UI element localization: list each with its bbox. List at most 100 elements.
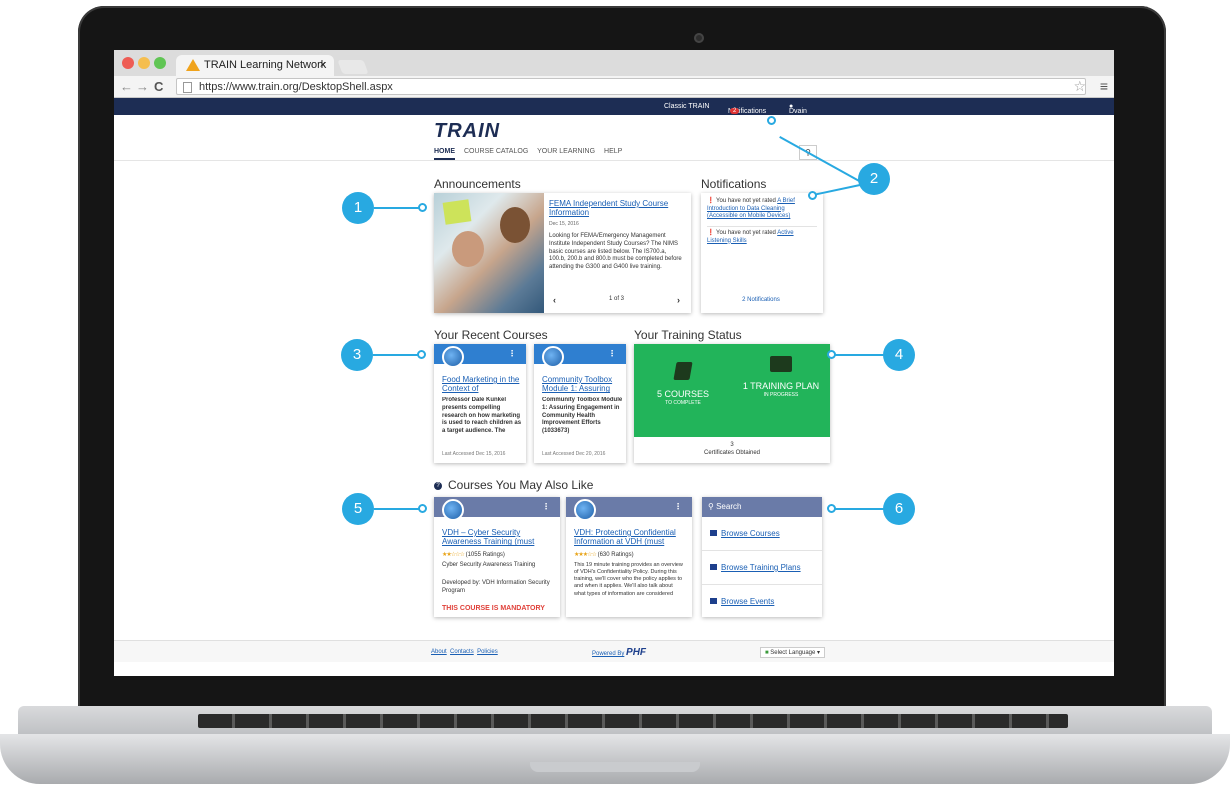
close-tab-icon[interactable]: × xyxy=(320,59,326,71)
course-title-link[interactable]: Food Marketing in the Context of xyxy=(442,375,524,393)
globe-icon xyxy=(574,499,596,521)
classic-train-link[interactable]: Classic TRAIN xyxy=(664,103,709,110)
card-menu-icon[interactable]: ⋮ xyxy=(674,502,682,511)
site-footer: About Contacts Policies Powered By PHF ■… xyxy=(114,640,1114,662)
keyboard xyxy=(198,714,1068,728)
browser-menu-icon[interactable]: ≡ xyxy=(1100,78,1108,94)
browse-courses-link[interactable]: Browse Courses xyxy=(710,529,780,538)
search-panel: ⚲ Search Browse Courses Browse Training … xyxy=(702,497,822,617)
callout-6: 6 xyxy=(883,493,915,525)
training-status-title: Your Training Status xyxy=(634,328,742,342)
course-title-link[interactable]: Community Toolbox Module 1: Assuring xyxy=(542,375,624,393)
certificates-label: Certificates Obtained xyxy=(703,449,761,456)
browser-tabbar: TRAIN Learning Network × xyxy=(114,50,1114,76)
card-menu-icon[interactable]: ⋮ xyxy=(508,349,516,358)
callout-1: 1 xyxy=(342,192,374,224)
announcement-title-link[interactable]: FEMA Independent Study Course Informatio… xyxy=(549,199,684,217)
mandatory-label: THIS COURSE IS MANDATORY xyxy=(442,605,545,612)
about-link[interactable]: About xyxy=(431,649,447,655)
info-icon[interactable]: ? xyxy=(434,482,442,490)
course-description: Cyber Security Awareness Training xyxy=(442,562,536,568)
course-description: Community Toolbox Module 1: Assuring Eng… xyxy=(542,397,623,435)
globe-icon xyxy=(442,499,464,521)
browse-training-plans-link[interactable]: Browse Training Plans xyxy=(710,563,801,572)
course-title-link[interactable]: VDH: Protecting Confidential Information… xyxy=(574,528,686,546)
suggested-course-card[interactable]: ⋮ VDH – Cyber Security Awareness Trainin… xyxy=(434,497,560,617)
course-title-link[interactable]: VDH – Cyber Security Awareness Training … xyxy=(442,528,554,546)
powered-by-label: Powered By xyxy=(592,651,625,657)
notifications-count-badge: 2 xyxy=(730,108,740,114)
alert-icon: ❗ xyxy=(707,198,715,204)
maximize-window-button[interactable] xyxy=(154,57,166,69)
rating: ★★★☆☆ (630 Ratings) xyxy=(574,551,634,558)
certificates-obtained[interactable]: 3 Certificates Obtained xyxy=(634,442,830,458)
course-developer: Developed by: VDH Information Security P… xyxy=(442,580,550,594)
recent-course-card[interactable]: ⋮ Community Toolbox Module 1: Assuring C… xyxy=(534,344,626,463)
bookmark-star-icon[interactable]: ☆ xyxy=(1073,78,1086,95)
list-icon xyxy=(770,356,792,372)
courses-label: TO COMPLETE xyxy=(665,399,701,406)
minimize-window-button[interactable] xyxy=(138,57,150,69)
callout-2: 2 xyxy=(858,163,890,195)
contacts-link[interactable]: Contacts xyxy=(450,649,474,655)
nav-course-catalog[interactable]: COURSE CATALOG xyxy=(464,148,528,155)
notification-item: ❗ You have not yet rated Active Listenin… xyxy=(707,230,817,245)
notifications-count-link[interactable]: 2 Notifications xyxy=(701,297,821,303)
tab-title: TRAIN Learning Network xyxy=(204,59,327,71)
star-rating-icon: ★★★☆☆ xyxy=(574,552,597,558)
notification-prefix: You have not yet rated xyxy=(716,198,778,204)
alert-icon: ❗ xyxy=(707,230,715,236)
browser-toolbar: ← → C https://www.train.org/DesktopShell… xyxy=(114,76,1114,98)
train-logo[interactable]: TRAIN xyxy=(434,120,500,143)
train-logo-icon xyxy=(186,59,200,71)
courses-count: 5 COURSES xyxy=(656,389,709,399)
announcements-title: Announcements xyxy=(434,177,521,191)
certificates-count: 3 xyxy=(730,442,734,448)
browse-events-link[interactable]: Browse Events xyxy=(710,597,774,606)
announcement-date: Dec 15, 2016 xyxy=(549,221,579,227)
url-text: https://www.train.org/DesktopShell.aspx xyxy=(199,81,393,93)
globe-icon xyxy=(442,346,464,368)
browser-tab[interactable]: TRAIN Learning Network × xyxy=(176,55,334,76)
globe-icon xyxy=(542,346,564,368)
next-announcement-icon[interactable]: › xyxy=(677,295,680,305)
ratings-count: (630 Ratings) xyxy=(597,552,634,558)
also-like-title: Courses You May Also Like xyxy=(448,478,594,492)
nav-home[interactable]: HOME xyxy=(434,148,455,160)
training-status-card[interactable]: 5 COURSES TO COMPLETE 1 TRAINING PLAN IN… xyxy=(634,344,830,463)
courses-to-complete[interactable]: 5 COURSES TO COMPLETE xyxy=(634,362,732,406)
phf-logo: PHF xyxy=(626,647,647,658)
new-tab-button[interactable] xyxy=(337,60,369,74)
powered-by[interactable]: Powered By PHF xyxy=(592,647,646,658)
course-description: This 19 minute training provides an over… xyxy=(574,562,683,597)
prev-announcement-icon[interactable]: ‹ xyxy=(553,295,556,305)
book-icon xyxy=(710,530,717,536)
site-topnav: Classic TRAIN Notifications 2 Dvain ● xyxy=(114,98,1114,115)
footer-links: About Contacts Policies xyxy=(431,649,498,655)
notification-item: ❗ You have not yet rated A Brief Introdu… xyxy=(707,198,817,221)
reload-icon[interactable]: C xyxy=(154,79,163,94)
address-bar[interactable]: https://www.train.org/DesktopShell.aspx xyxy=(176,78,1086,95)
callout-4: 4 xyxy=(883,339,915,371)
nav-your-learning[interactable]: YOUR LEARNING xyxy=(537,148,595,155)
notifications-title: Notifications xyxy=(701,177,767,191)
recent-course-card[interactable]: ⋮ Food Marketing in the Context of Profe… xyxy=(434,344,526,463)
close-window-button[interactable] xyxy=(122,57,134,69)
card-menu-icon[interactable]: ⋮ xyxy=(542,502,550,511)
back-icon[interactable]: ← xyxy=(120,79,133,94)
forward-icon[interactable]: → xyxy=(136,79,149,94)
callout-5: 5 xyxy=(342,493,374,525)
last-accessed: Last Accessed Dec 20, 2016 xyxy=(542,451,606,457)
policies-link[interactable]: Policies xyxy=(477,649,498,655)
rating: ★★☆☆☆ (1055 Ratings) xyxy=(442,551,505,558)
main-nav: HOME COURSE CATALOG YOUR LEARNING HELP xyxy=(434,148,629,160)
star-rating-icon: ★★☆☆☆ xyxy=(442,552,465,558)
page-icon xyxy=(183,82,192,93)
nav-help[interactable]: HELP xyxy=(604,148,622,155)
suggested-course-card[interactable]: ⋮ VDH: Protecting Confidential Informati… xyxy=(566,497,692,617)
language-select[interactable]: ■ Select Language ▾ xyxy=(760,647,826,658)
user-menu[interactable]: Dvain ● xyxy=(789,103,807,115)
training-plan-in-progress[interactable]: 1 TRAINING PLAN IN PROGRESS xyxy=(732,356,830,398)
search-panel-header[interactable]: ⚲ Search xyxy=(702,497,822,517)
card-menu-icon[interactable]: ⋮ xyxy=(608,349,616,358)
